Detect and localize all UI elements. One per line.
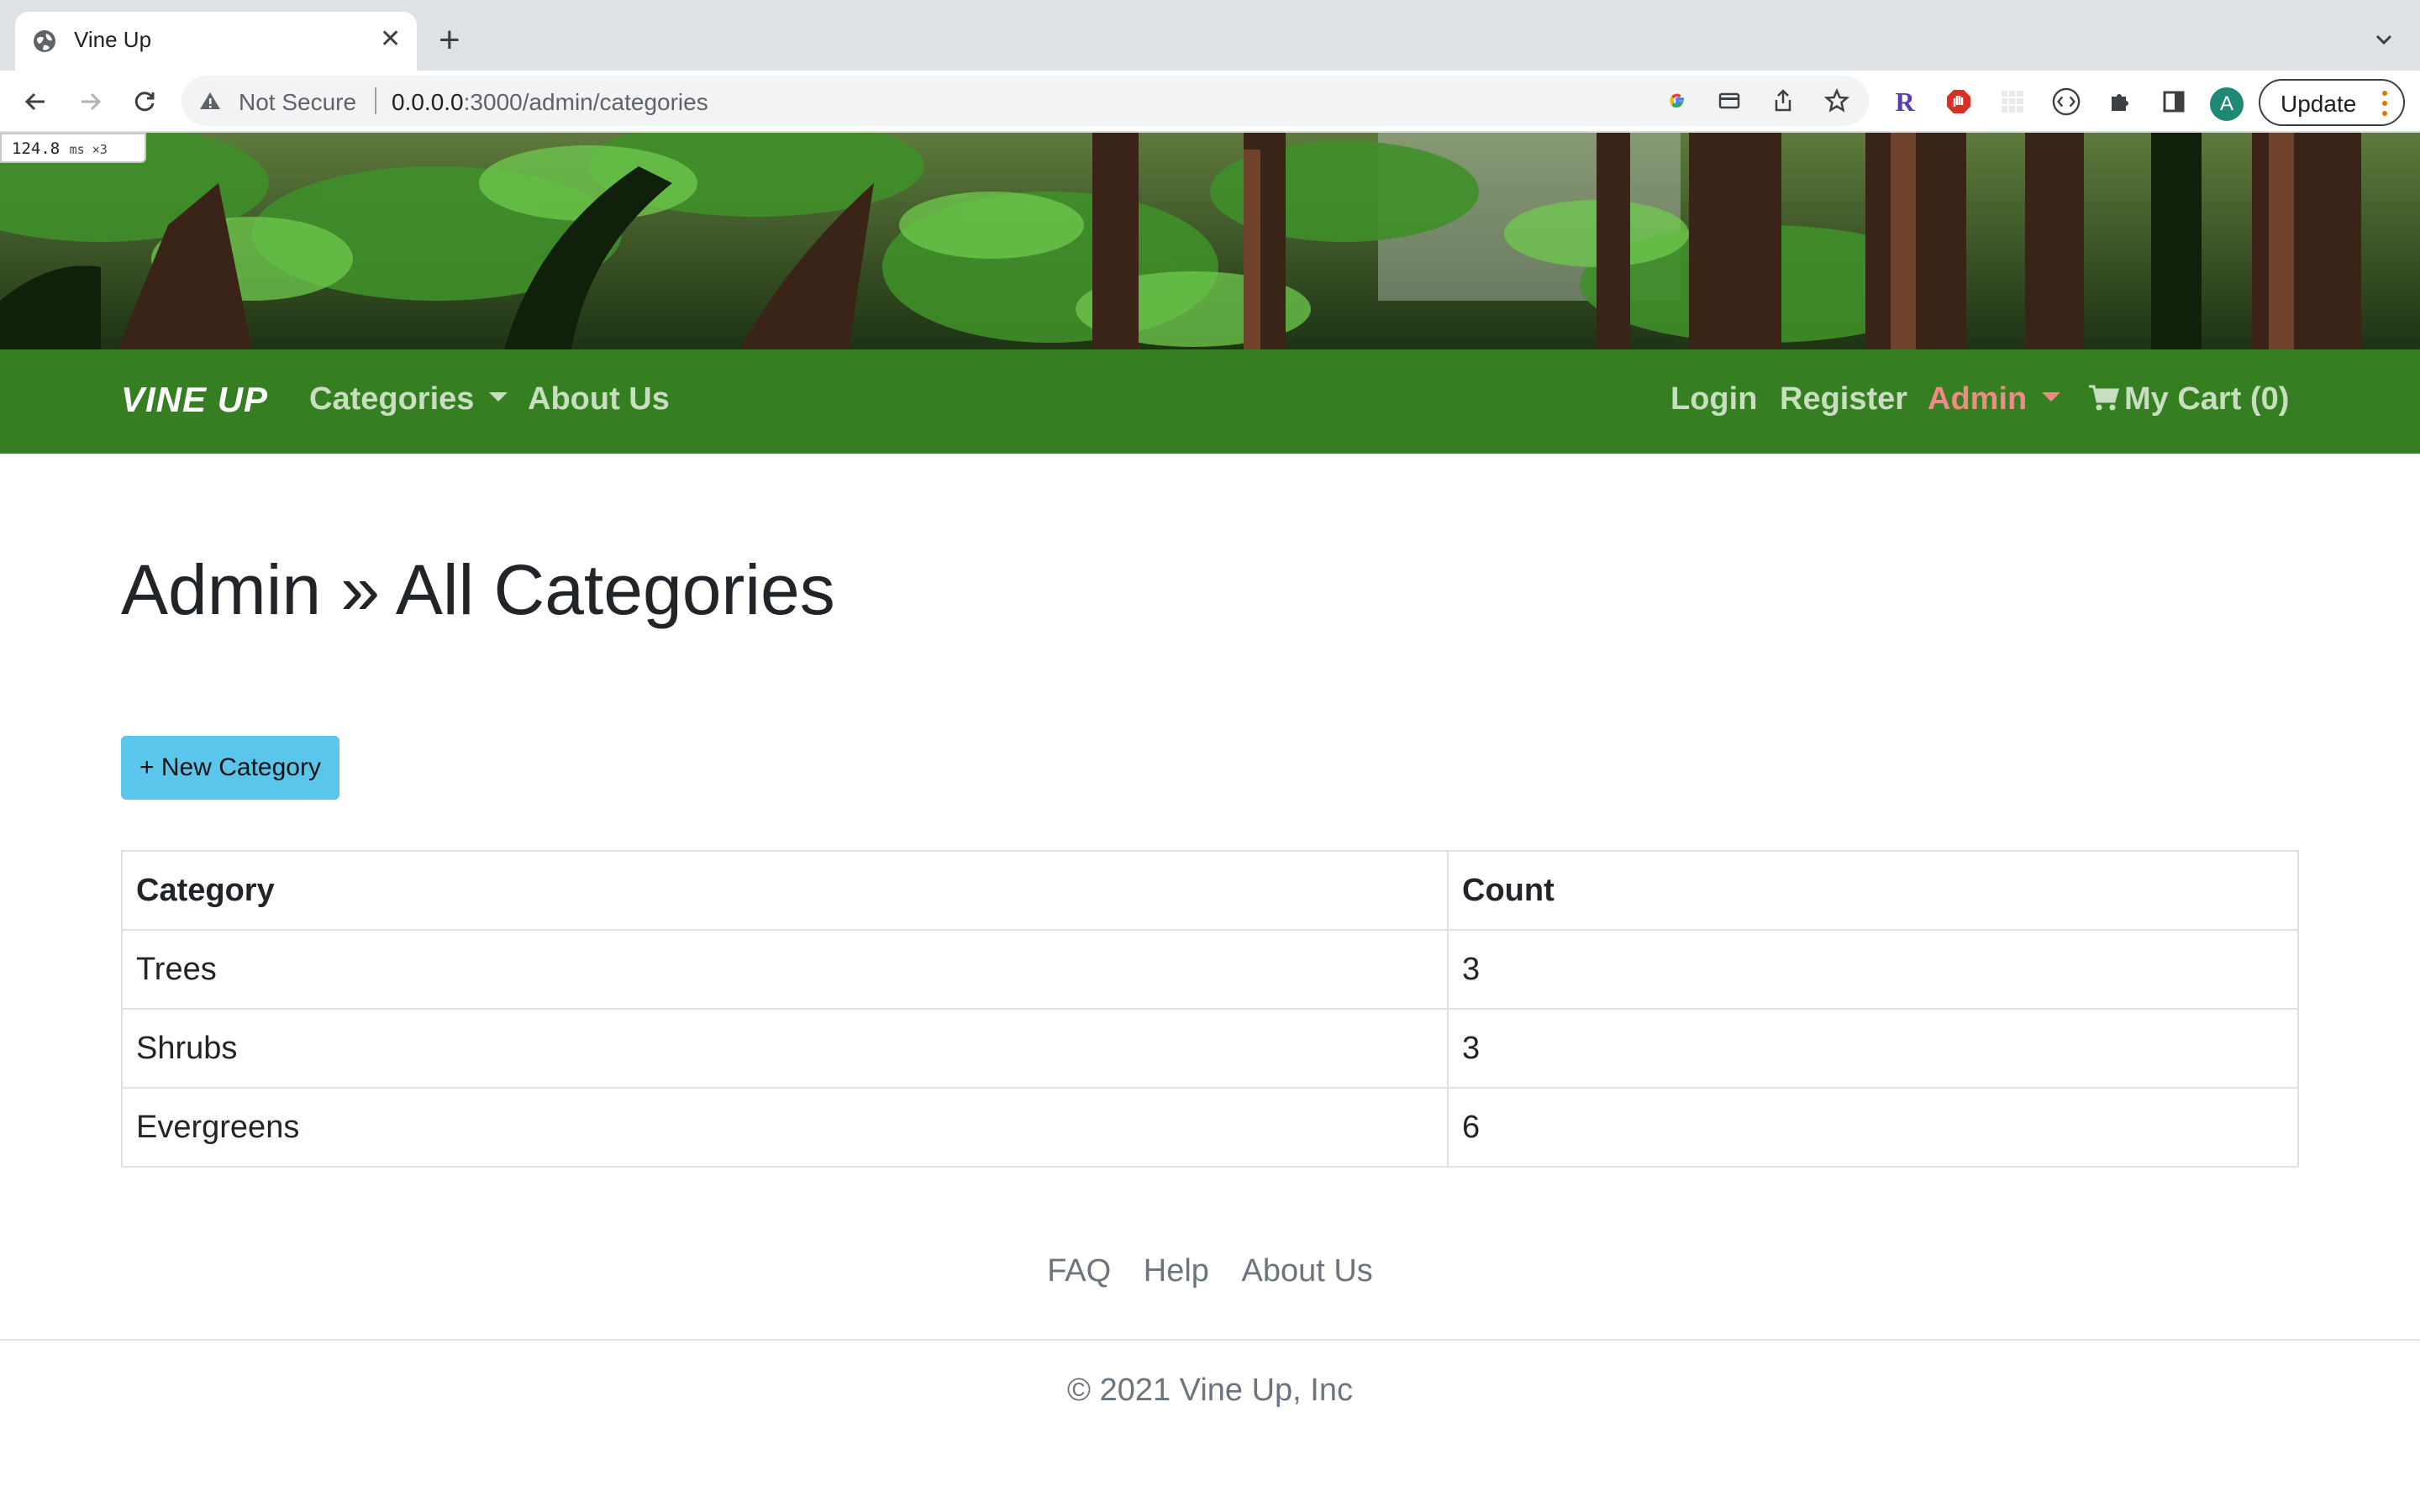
nav-about-us[interactable]: About Us: [528, 381, 670, 417]
back-button[interactable]: [17, 71, 54, 133]
perf-value: 124.8: [12, 139, 60, 158]
category-count-cell: 6: [1447, 1087, 2299, 1168]
bookmark-star-icon[interactable]: [1823, 87, 1850, 114]
shopping-cart-icon: [2089, 385, 2119, 411]
url-host: 0.0.0.0: [392, 89, 464, 115]
column-header-count: Count: [1447, 850, 2299, 931]
forest-banner-image: [0, 133, 2420, 349]
update-label: Update: [2281, 91, 2357, 117]
nav-my-cart[interactable]: My Cart (0): [2087, 381, 2289, 417]
tab-search-chevron-icon[interactable]: [2371, 27, 2396, 52]
stop-hand-icon: [1947, 90, 1970, 113]
share-icon[interactable]: [1770, 87, 1797, 114]
nav-admin-dropdown[interactable]: Admin: [1928, 381, 2061, 417]
omnibox-divider: [375, 87, 376, 114]
nav-register[interactable]: Register: [1780, 381, 1907, 417]
google-g-icon: [1670, 93, 1684, 108]
perf-unit: ms ×3: [69, 142, 108, 157]
table-row: Evergreens 6: [121, 1087, 2299, 1168]
side-panel-icon[interactable]: [2160, 87, 2188, 116]
perf-overlay: 124.8 ms ×3: [0, 133, 146, 163]
page-title: Admin » All Categories: [121, 550, 835, 629]
caret-down-icon: [2042, 392, 2061, 402]
globe-icon: [34, 30, 55, 52]
warning-icon: [200, 92, 220, 109]
footer-link-about-us[interactable]: About Us: [1242, 1253, 1373, 1289]
puzzle-icon: [2112, 94, 2128, 111]
tab-close-icon[interactable]: ✕: [380, 25, 401, 54]
browser-tabstrip: Vine Up ✕ +: [0, 0, 2420, 71]
category-count-cell: 3: [1447, 929, 2299, 1010]
new-tab-icon[interactable]: +: [439, 22, 460, 59]
profile-avatar[interactable]: A: [2210, 87, 2244, 121]
footer-divider: [0, 1339, 2420, 1341]
caret-down-icon: [489, 392, 508, 402]
categories-table: Category Count Trees 3 Shrubs 3 Evergree…: [121, 850, 2299, 1168]
category-name-cell: Trees: [121, 929, 1449, 1010]
table-header-row: Category Count: [121, 850, 2299, 931]
grid-icon: [2002, 91, 2023, 113]
panel-icon: [2163, 91, 2185, 113]
footer-copyright: © 2021 Vine Up, Inc: [1067, 1373, 1353, 1408]
extension-grid-icon[interactable]: [1998, 87, 2027, 116]
address-bar[interactable]: Not Secure 0.0.0.0:3000/admin/categories: [182, 76, 1869, 126]
google-lens-icon[interactable]: [1664, 87, 1691, 114]
table-row: Trees 3: [121, 929, 2299, 1010]
reload-button[interactable]: [126, 71, 163, 133]
nav-login[interactable]: Login: [1670, 381, 1757, 417]
table-row: Shrubs 3: [121, 1008, 2299, 1089]
category-count-cell: 3: [1447, 1008, 2299, 1089]
footer-link-help[interactable]: Help: [1144, 1253, 1209, 1289]
arrow-left-icon: [24, 92, 45, 111]
extension-r-icon[interactable]: R: [1891, 87, 1919, 117]
brand-logo[interactable]: VINE UP: [121, 380, 268, 420]
star-icon: [1824, 88, 1849, 113]
circle-code-icon: [2052, 87, 2081, 116]
kebab-menu-icon: [2382, 91, 2387, 116]
tab-title: Vine Up: [74, 27, 152, 52]
nav-categories-label: Categories: [309, 381, 475, 417]
reload-icon: [134, 92, 155, 112]
security-label[interactable]: Not Secure: [239, 89, 356, 116]
update-button[interactable]: Update: [2259, 79, 2405, 126]
forward-button[interactable]: [72, 71, 109, 133]
extensions-puzzle-icon[interactable]: [2106, 87, 2134, 116]
credit-card-icon: [1718, 92, 1740, 109]
site-navbar: VINE UP Categories About Us Login Regist…: [0, 349, 2420, 454]
nav-cart-label: My Cart (0): [2124, 381, 2290, 417]
category-name-cell: Shrubs: [121, 1008, 1449, 1089]
url-text[interactable]: 0.0.0.0:3000/admin/categories: [392, 89, 708, 116]
arrow-right-icon: [82, 92, 102, 111]
category-name-cell: Evergreens: [121, 1087, 1449, 1168]
browser-tab[interactable]: Vine Up ✕: [15, 12, 417, 71]
footer-links: FAQ Help About Us: [0, 1253, 2420, 1289]
column-header-category: Category: [121, 850, 1449, 931]
nav-admin-label: Admin: [1928, 381, 2028, 417]
upload-share-icon: [1775, 89, 1791, 112]
new-category-button[interactable]: + New Category: [121, 736, 339, 800]
adblock-icon[interactable]: [1944, 87, 1973, 116]
browser-toolbar: Not Secure 0.0.0.0:3000/admin/categories…: [0, 71, 2420, 133]
footer-link-faq[interactable]: FAQ: [1047, 1253, 1111, 1289]
card-icon[interactable]: [1716, 87, 1743, 114]
extension-code-icon[interactable]: [2052, 87, 2081, 116]
url-path: :3000/admin/categories: [463, 89, 708, 115]
nav-categories-dropdown[interactable]: Categories: [309, 381, 508, 417]
